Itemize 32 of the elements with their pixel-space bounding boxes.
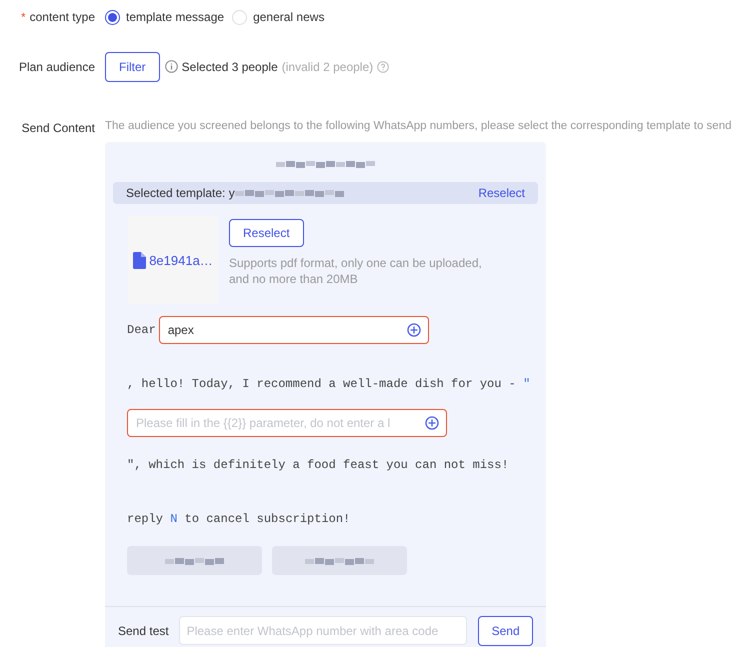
file-name: 8e1941a… xyxy=(149,252,213,270)
template-text: Dear xyxy=(127,322,156,340)
radio-button[interactable] xyxy=(105,10,120,24)
blurred-text xyxy=(304,556,374,565)
template-text: , hello! Today, I recommend a well-made dish for you - " xyxy=(127,377,530,392)
required-mark: * xyxy=(20,9,26,26)
reselect-link[interactable]: Reselect xyxy=(478,184,525,202)
reselect-button[interactable]: Reselect xyxy=(229,219,304,248)
blurred-text xyxy=(164,556,224,565)
parameter-field[interactable]: Please fill in the {{2}} parameter, do not enter a l xyxy=(127,409,447,438)
template-text: ", which is definitely a food feast you can not miss! xyxy=(127,458,509,472)
send-button[interactable]: Send xyxy=(478,616,533,646)
upload-note: Supports pdf format, only one can be uploaded, and no more than 20MB xyxy=(229,255,483,288)
filter-button[interactable]: Filter xyxy=(105,52,160,82)
field-label: content type xyxy=(30,9,95,26)
invalid-count: (invalid 2 people) xyxy=(282,58,374,76)
help-icon xyxy=(377,60,390,72)
parameter-field[interactable]: apex xyxy=(158,316,429,344)
file-icon xyxy=(133,252,146,269)
radio-label: template message xyxy=(126,9,224,26)
selected-template-label: Selected template: y xyxy=(126,185,235,202)
field-label: Send Content xyxy=(22,120,95,137)
phone-field[interactable]: Please enter WhatsApp number with area code xyxy=(178,616,468,646)
field-label: Plan audience xyxy=(18,58,95,76)
selected-count: Selected 3 people xyxy=(182,58,278,76)
template-text: reply N to cancel subscription! xyxy=(127,512,350,526)
add-circle-icon[interactable] xyxy=(406,323,421,338)
send-test-label: Send test xyxy=(118,622,169,640)
info-icon xyxy=(164,60,178,73)
hint-text: The audience you screened belongs to the following WhatsApp numbers, please select the corresponding template to send xyxy=(105,119,732,134)
radio-label: general news xyxy=(253,9,324,26)
add-circle-icon[interactable] xyxy=(425,416,439,430)
